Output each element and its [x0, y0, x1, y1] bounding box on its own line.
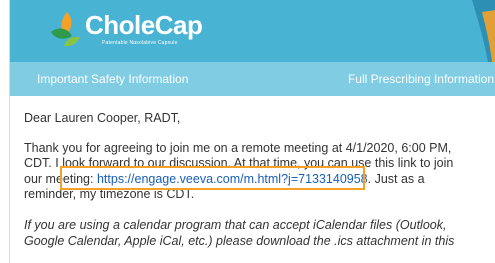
leaf-logo-icon — [51, 12, 80, 47]
full-prescribing-information-link[interactable]: Full Prescribing Information — [348, 72, 494, 86]
email-greeting: Dear Lauren Cooper, RADT, — [24, 111, 181, 125]
email-body: Dear Lauren Cooper, RADT, Thank you for … — [24, 111, 464, 249]
calendar-paragraph: If you are using a calendar program that… — [24, 217, 455, 248]
important-safety-information-link[interactable]: Important Safety Information — [37, 72, 188, 86]
email-navbar: Important Safety Information Full Prescr… — [10, 62, 495, 96]
email-header: CholeCap Patentable Nasolabive Capsule — [10, 0, 495, 62]
meeting-paragraph: Thank you for agreeing to join me on a r… — [24, 141, 464, 203]
brand-tagline: Patentable Nasolabive Capsule — [102, 40, 178, 46]
decorative-swoosh-icon — [472, 0, 495, 62]
brand-logo: CholeCap Patentable Nasolabive Capsule — [49, 9, 209, 53]
brand-name: CholeCap — [85, 10, 203, 40]
meeting-link[interactable]: https://engage.veeva.com/m.html?j=713314… — [97, 172, 368, 186]
